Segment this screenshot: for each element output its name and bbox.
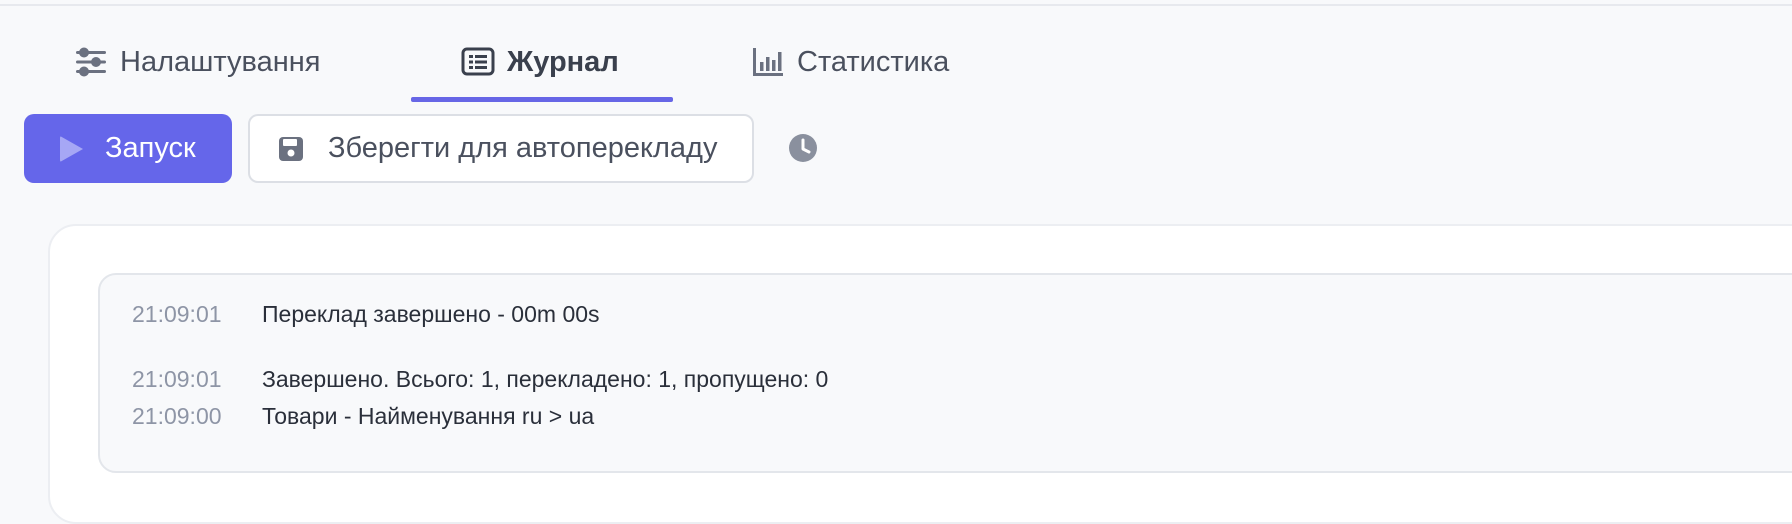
log-entry: 21:09:00 Товари - Найменування ru > ua: [132, 399, 594, 433]
bar-chart-icon: [751, 45, 785, 79]
log-entry: 21:09:01 Завершено. Всього: 1, перекладе…: [132, 362, 828, 396]
log-time: 21:09:01: [132, 300, 222, 327]
floppy-disk-icon: [279, 136, 303, 161]
tab-settings-label: Налаштування: [120, 45, 321, 78]
play-icon: [60, 135, 83, 162]
clock-icon: [789, 134, 817, 162]
log-time: 21:09:01: [132, 365, 222, 392]
log-message: Товари - Найменування ru > ua: [262, 402, 595, 429]
log-entry: 21:09:01 Переклад завершено - 00m 00s: [132, 297, 600, 331]
tab-bar: Налаштування Журнал Статистика: [0, 22, 1792, 102]
log-time: 21:09:00: [132, 402, 222, 429]
save-for-autotranslate-button[interactable]: Зберегти для автоперекладу: [248, 114, 754, 183]
tab-journal-label: Журнал: [507, 45, 619, 78]
start-button[interactable]: Запуск: [24, 114, 232, 183]
save-button-label: Зберегти для автоперекладу: [328, 132, 718, 164]
sliders-icon: [74, 45, 108, 79]
log-message: Переклад завершено - 00m 00s: [262, 300, 600, 327]
log-message: Завершено. Всього: 1, перекладено: 1, пр…: [262, 365, 829, 392]
start-button-label: Запуск: [105, 132, 196, 164]
log-output[interactable]: 21:09:01 Переклад завершено - 00m 00s 21…: [98, 273, 1792, 473]
history-button[interactable]: [788, 133, 818, 163]
tab-statistics-label: Статистика: [797, 45, 950, 78]
top-divider: [0, 4, 1792, 6]
tab-statistics[interactable]: Статистика: [751, 22, 949, 102]
tab-journal[interactable]: Журнал: [461, 22, 619, 102]
list-icon: [461, 45, 495, 79]
tab-settings[interactable]: Налаштування: [74, 22, 320, 102]
active-tab-indicator: [411, 97, 673, 102]
